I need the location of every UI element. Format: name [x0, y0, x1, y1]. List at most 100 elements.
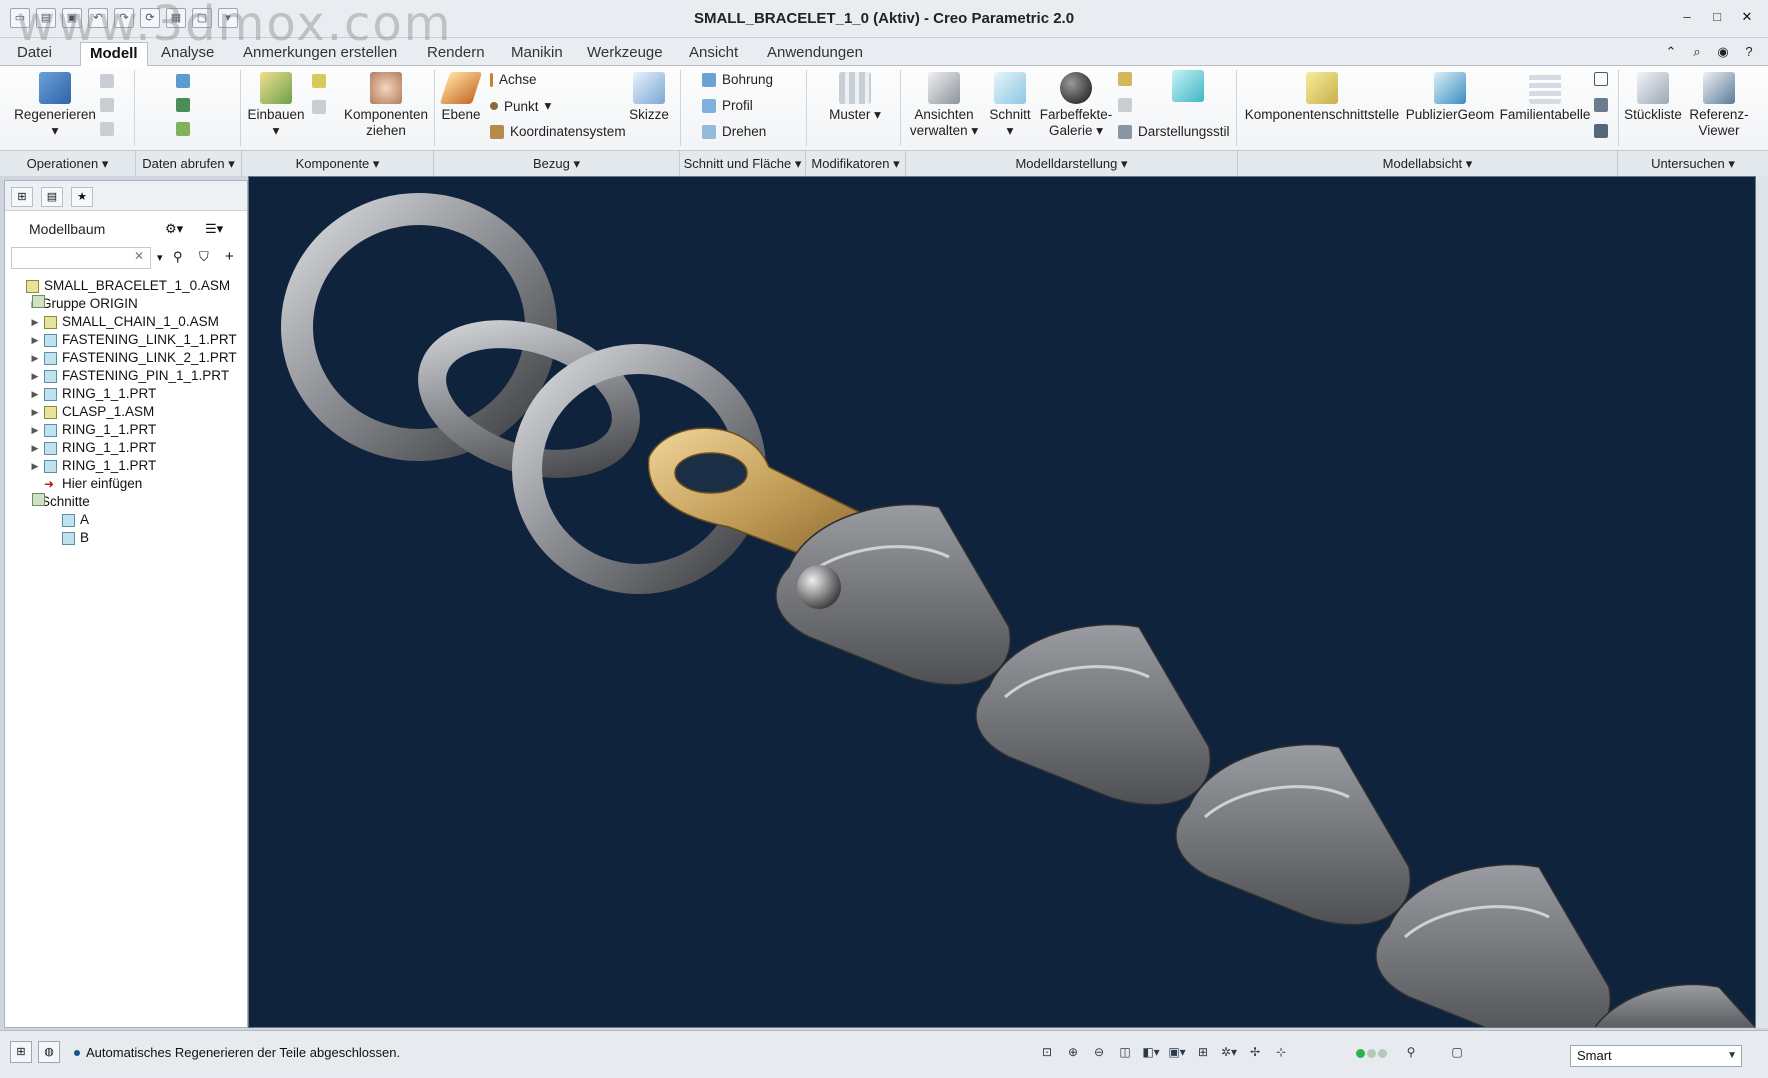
profil-button[interactable]: Profil: [702, 98, 753, 113]
get-data-button-1[interactable]: [176, 74, 190, 88]
spin-center-icon[interactable]: ✢: [1244, 1041, 1266, 1063]
show-navigator-icon[interactable]: ⊞: [10, 1041, 32, 1063]
parameters-button[interactable]: [1594, 98, 1608, 112]
vertical-scrollbar[interactable]: [1756, 176, 1768, 1028]
folder-browser-tab-icon[interactable]: ▤: [41, 187, 63, 207]
stueckliste-button[interactable]: Stückliste: [1620, 72, 1686, 123]
tree-node[interactable]: SMALL_BRACELET_1_0.ASM: [11, 277, 230, 295]
graphics-viewport[interactable]: [248, 176, 1756, 1028]
tree-node[interactable]: ▶ RING_1_1.PRT: [29, 439, 157, 457]
get-data-button-2[interactable]: [176, 98, 190, 112]
tree-node[interactable]: ▶ FASTENING_PIN_1_1.PRT: [29, 367, 230, 385]
tree-node[interactable]: A: [47, 511, 89, 529]
maximize-button[interactable]: □: [1704, 6, 1730, 28]
find-icon[interactable]: ⚲: [1400, 1041, 1422, 1063]
create-component-button[interactable]: [312, 74, 326, 88]
tree-node[interactable]: ▶ FASTENING_LINK_2_1.PRT: [29, 349, 237, 367]
relations-button[interactable]: [1594, 72, 1608, 86]
display-tool-button-2[interactable]: [1118, 98, 1132, 112]
annotation-display-icon[interactable]: ⊹: [1270, 1041, 1292, 1063]
tab-datei[interactable]: Datei: [8, 42, 61, 66]
ansichten-verwalten-button[interactable]: Ansichten verwalten ▾: [906, 72, 982, 139]
clear-search-icon[interactable]: ✕: [134, 249, 144, 263]
group-modifikatoren[interactable]: Modifikatoren ▾: [806, 151, 906, 177]
delete-button[interactable]: [100, 122, 114, 136]
selection-box-icon[interactable]: ▢: [1446, 1041, 1468, 1063]
tree-node[interactable]: ▶Gruppe ORIGIN: [29, 295, 138, 313]
group-komponente[interactable]: Komponente ▾: [242, 151, 434, 177]
refit-icon[interactable]: ⊡: [1036, 1041, 1058, 1063]
selection-filter-dropdown[interactable]: Smart ▼: [1570, 1045, 1742, 1067]
punkt-button[interactable]: Punkt ▾: [490, 98, 551, 114]
tab-anmerkungen[interactable]: Anmerkungen erstellen: [234, 42, 406, 66]
tab-manikin[interactable]: Manikin: [502, 42, 572, 66]
tab-anwendungen[interactable]: Anwendungen: [758, 42, 872, 66]
einbauen-button[interactable]: Einbauen ▾: [244, 72, 308, 139]
paste-button[interactable]: [100, 98, 114, 112]
tab-modell[interactable]: Modell: [80, 42, 148, 66]
display-tool-button-1[interactable]: [1118, 72, 1132, 86]
group-untersuchen[interactable]: Untersuchen ▾: [1618, 151, 1768, 177]
regenerieren-button[interactable]: Regenerieren ▾: [12, 72, 98, 139]
tree-columns-icon[interactable]: ☰▾: [205, 221, 223, 237]
show-browser-icon[interactable]: ◍: [38, 1041, 60, 1063]
zoom-out-icon[interactable]: ⊖: [1088, 1041, 1110, 1063]
expand-arrow-icon[interactable]: ▶: [29, 313, 41, 331]
muster-button[interactable]: Muster ▾: [820, 72, 890, 123]
display-style-icon[interactable]: ◧▾: [1140, 1041, 1162, 1063]
achse-button[interactable]: Achse: [490, 72, 537, 87]
tree-node[interactable]: ▶ RING_1_1.PRT: [29, 457, 157, 475]
tree-search-input[interactable]: ✕: [11, 247, 151, 269]
tree-node[interactable]: ▶ RING_1_1.PRT: [29, 385, 157, 403]
group-bezug[interactable]: Bezug ▾: [434, 151, 680, 177]
group-schnitt-und-flaeche[interactable]: Schnitt und Fläche ▾: [680, 151, 806, 177]
bohrung-button[interactable]: Bohrung: [702, 72, 773, 87]
tree-node[interactable]: ▶ RING_1_1.PRT: [29, 421, 157, 439]
publiziergeom-button[interactable]: PublizierGeom: [1404, 72, 1496, 123]
group-modellabsicht[interactable]: Modellabsicht ▾: [1238, 151, 1618, 177]
zoom-in-icon[interactable]: ⊕: [1062, 1041, 1084, 1063]
expand-arrow-icon[interactable]: ▶: [29, 367, 41, 385]
expand-arrow-icon[interactable]: ▶: [29, 421, 41, 439]
minimize-button[interactable]: –: [1674, 6, 1700, 28]
favorites-tab-icon[interactable]: ★: [71, 187, 93, 207]
tab-werkzeuge[interactable]: Werkzeuge: [578, 42, 672, 66]
komponentenschnittstelle-button[interactable]: Komponentenschnittstelle: [1240, 72, 1404, 123]
tree-node[interactable]: ➜ Hier einfügen: [29, 475, 142, 493]
repaint-icon[interactable]: ◫: [1114, 1041, 1136, 1063]
expand-arrow-icon[interactable]: ▶: [29, 349, 41, 367]
filter-icon[interactable]: ⛉: [199, 249, 209, 265]
community-icon[interactable]: ◉: [1714, 43, 1732, 61]
expand-arrow-icon[interactable]: ▶: [29, 385, 41, 403]
darstellungsstil-button[interactable]: Darstellungsstil: [1118, 124, 1230, 139]
tab-ansicht[interactable]: Ansicht: [680, 42, 747, 66]
tree-node[interactable]: B: [47, 529, 89, 547]
search-icon[interactable]: ⌕: [1688, 43, 1706, 61]
expand-arrow-icon[interactable]: ▶: [29, 331, 41, 349]
tree-node[interactable]: ▶ SMALL_CHAIN_1_0.ASM: [29, 313, 219, 331]
tab-analyse[interactable]: Analyse: [152, 42, 223, 66]
skizze-button[interactable]: Skizze: [622, 72, 676, 123]
group-daten-abrufen[interactable]: Daten abrufen ▾: [136, 151, 242, 177]
switch-dimensions-button[interactable]: [1594, 124, 1608, 138]
tree-settings-icon[interactable]: ⚙▾: [165, 221, 183, 237]
saved-views-icon[interactable]: ▣▾: [1166, 1041, 1188, 1063]
find-binoculars-icon[interactable]: ⚲: [173, 249, 183, 265]
komponenten-ziehen-button[interactable]: Komponenten ziehen: [340, 72, 432, 139]
add-icon[interactable]: +: [225, 248, 234, 265]
close-button[interactable]: ✕: [1734, 6, 1760, 28]
group-operationen[interactable]: Operationen ▾: [0, 151, 136, 177]
copy-button[interactable]: [100, 74, 114, 88]
tree-node[interactable]: ▶ FASTENING_LINK_1_1.PRT: [29, 331, 237, 349]
drehen-button[interactable]: Drehen: [702, 124, 766, 139]
referenz-viewer-button[interactable]: Referenz- Viewer: [1686, 72, 1752, 139]
expand-arrow-icon[interactable]: ▶: [29, 457, 41, 475]
shading-button[interactable]: [1168, 70, 1208, 105]
farbeffekte-galerie-button[interactable]: Farbeffekte- Galerie ▾: [1038, 72, 1114, 139]
koordinatensystem-button[interactable]: Koordinatensystem: [490, 124, 626, 139]
help-icon[interactable]: ?: [1740, 43, 1758, 61]
view-manager-icon[interactable]: ⊞: [1192, 1041, 1214, 1063]
collapse-ribbon-icon[interactable]: ⌃: [1662, 43, 1680, 61]
expand-arrow-icon[interactable]: ▶: [29, 439, 41, 457]
repeat-button[interactable]: [312, 100, 326, 114]
